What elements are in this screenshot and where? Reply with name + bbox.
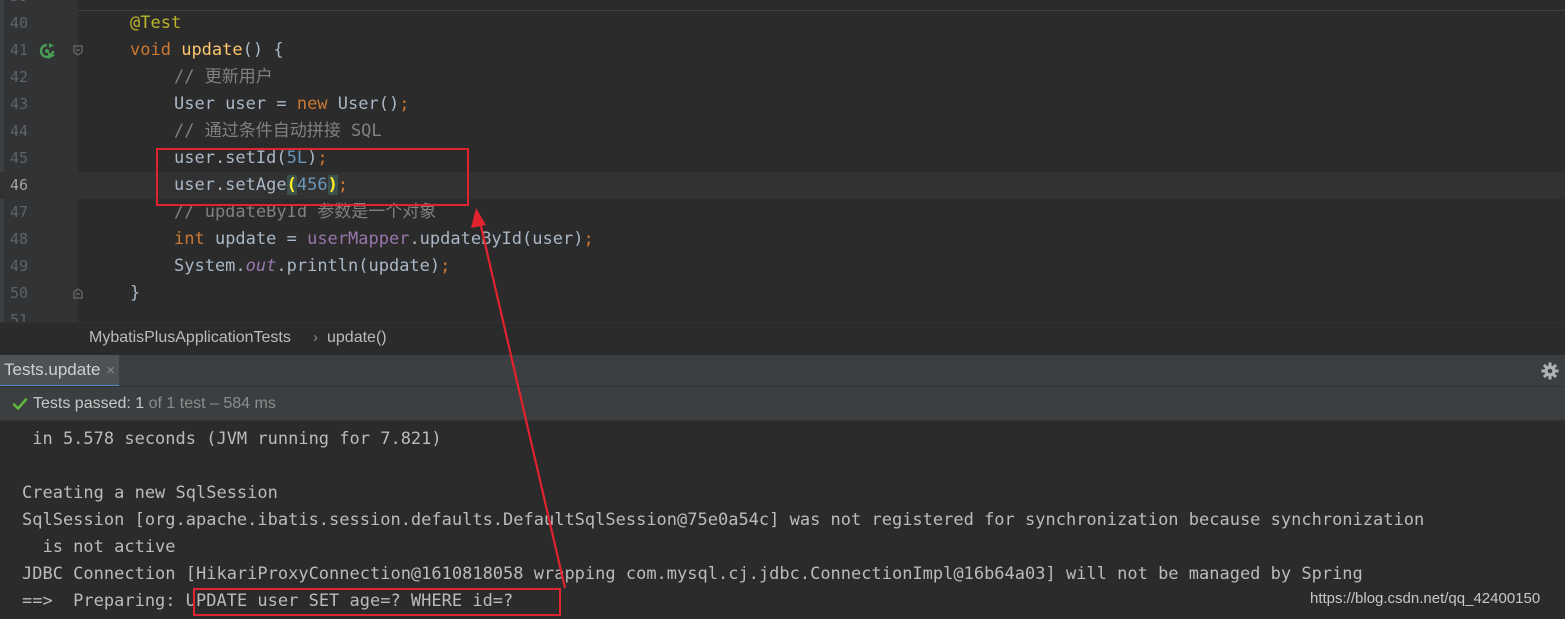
annotation-token: @Test: [130, 13, 182, 33]
line-number: 42: [10, 68, 29, 86]
status-count: 1: [135, 395, 145, 412]
code-text: void update() {: [130, 37, 284, 64]
keyword-token: int: [174, 229, 205, 249]
highlight-box-sql: [193, 588, 561, 616]
keyword-token: void: [130, 40, 171, 60]
code-text: }: [130, 280, 140, 307]
code-text: // 通过条件自动拼接 SQL: [174, 118, 382, 145]
fold-icon[interactable]: [73, 288, 83, 299]
breadcrumb-class[interactable]: MybatisPlusApplicationTests: [89, 329, 291, 347]
code-text: System.out.println(update);: [174, 253, 450, 280]
line-number: 48: [10, 230, 29, 248]
code-token: User(): [327, 94, 400, 114]
line-number: 49: [10, 257, 29, 275]
line-number: 39: [10, 0, 34, 10]
code-text: @Test: [130, 10, 181, 37]
run-tool-window-tabs: Tests.update ×: [0, 354, 1565, 387]
gear-icon[interactable]: [1541, 362, 1559, 380]
code-line: 51: [0, 307, 1565, 322]
semicolon-token: ;: [440, 256, 451, 276]
code-line: 42 // 更新用户: [0, 64, 1565, 91]
method-name-token: update: [181, 40, 243, 60]
comment-token: // 通过条件自动拼接 SQL: [174, 121, 382, 141]
line-number: 50: [10, 284, 29, 302]
semicolon-token: ;: [583, 229, 594, 249]
field-token: userMapper: [307, 229, 410, 249]
code-token: .updateById(user): [409, 229, 584, 249]
preparing-prefix: ==> Preparing:: [22, 591, 186, 611]
tab-close-icon[interactable]: ×: [106, 362, 115, 379]
code-token: }: [130, 283, 141, 303]
code-token: () {: [242, 40, 284, 60]
code-text: int update = userMapper.updateById(user)…: [174, 226, 594, 253]
status-label: Tests passed:: [33, 395, 131, 412]
code-token: System.: [174, 256, 246, 276]
run-test-icon[interactable]: [38, 42, 56, 60]
code-line: 41 void update() {: [0, 37, 1565, 64]
code-line: 49 System.out.println(update);: [0, 253, 1565, 280]
code-text: // 更新用户: [174, 64, 273, 91]
line-number: 44: [10, 122, 29, 140]
code-line: 50 }: [0, 280, 1565, 307]
line-number: 40: [10, 14, 29, 32]
line-number: 51: [10, 311, 29, 322]
code-line: 48 int update = userMapper.updateById(us…: [0, 226, 1565, 253]
comment-token: // 更新用户: [174, 67, 273, 87]
tab-tests-update[interactable]: Tests.update ×: [0, 355, 120, 387]
breadcrumb: MybatisPlusApplicationTests › update(): [0, 322, 1565, 355]
test-status-bar: Tests passed: 1 of 1 test – 584 ms: [0, 386, 1565, 421]
semicolon-token: ;: [399, 94, 410, 114]
code-line: 40 @Test: [0, 10, 1565, 37]
console-line: Creating a new SqlSession: [22, 483, 278, 503]
line-number: 43: [10, 95, 29, 113]
line-number: 47: [10, 203, 29, 221]
line-number: 46: [10, 176, 29, 194]
code-token: update =: [204, 229, 308, 249]
console-line: is not active: [22, 537, 176, 557]
console-line: JDBC Connection [HikariProxyConnection@1…: [22, 564, 1363, 584]
breadcrumb-separator: ›: [313, 329, 318, 346]
line-number: 45: [10, 149, 29, 167]
highlight-box-code: [156, 148, 469, 206]
code-text: User user = new User();: [174, 91, 409, 118]
tab-label: Tests.update: [4, 360, 101, 379]
console-line: in 5.578 seconds (JVM running for 7.821): [22, 429, 442, 449]
watermark: https://blog.csdn.net/qq_42400150: [1310, 590, 1541, 607]
code-line: 43 User user = new User();: [0, 91, 1565, 118]
fold-icon[interactable]: [73, 45, 83, 56]
check-icon: [12, 398, 28, 410]
code-token: User user =: [174, 94, 297, 114]
keyword-token: new: [296, 94, 328, 114]
breadcrumb-method[interactable]: update(): [327, 329, 387, 347]
status-detail: of 1 test – 584 ms: [148, 395, 276, 412]
code-line: 44 // 通过条件自动拼接 SQL: [0, 118, 1565, 145]
test-status-text: Tests passed: 1 of 1 test – 584 ms: [33, 395, 276, 413]
code-line: 39: [0, 0, 1565, 10]
code-token: .println(update): [276, 256, 441, 276]
static-field-token: out: [245, 256, 277, 276]
console-line: SqlSession [org.apache.ibatis.session.de…: [22, 510, 1425, 530]
line-number: 41: [10, 41, 29, 59]
